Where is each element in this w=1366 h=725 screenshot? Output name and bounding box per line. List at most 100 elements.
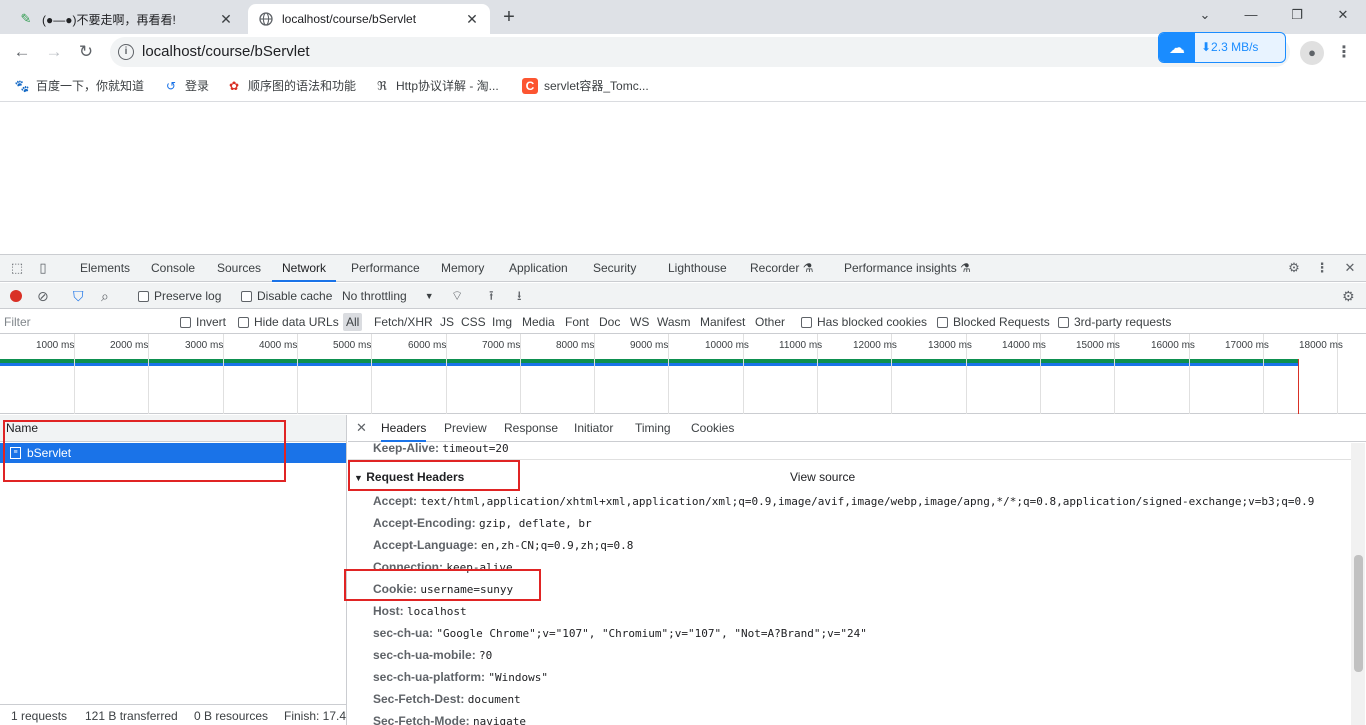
filter-type-all[interactable]: All xyxy=(343,313,363,331)
tab-performance-insights[interactable]: Performance insights ⚗ xyxy=(844,255,971,282)
name-column-header[interactable]: Name xyxy=(0,415,346,442)
checkbox[interactable] xyxy=(937,316,948,328)
tab-network[interactable]: Network xyxy=(272,255,337,282)
third-party-requests-label: 3rd-party requests xyxy=(1074,315,1172,329)
reload-button[interactable]: ↻ xyxy=(74,40,98,64)
tab-application[interactable]: Application xyxy=(509,255,568,282)
filter-type-doc[interactable]: Doc xyxy=(599,313,620,331)
has-blocked-cookies-checkbox[interactable]: Has blocked cookies xyxy=(801,313,927,331)
bookmark-item[interactable]: ↺ 登录 xyxy=(163,77,209,94)
throttling-select[interactable]: No throttling ▼ xyxy=(342,287,434,305)
filter-type-css[interactable]: CSS xyxy=(461,313,486,331)
header-line: Accept-Language: en,zh-CN;q=0.9,zh;q=0.8 xyxy=(373,538,633,552)
tab-inactive[interactable]: ✎ (●—●)不要走啊，再看看! ✕ xyxy=(8,4,244,34)
search-icon[interactable]: ⌕ xyxy=(101,287,109,305)
bookmark-item[interactable]: ℜ Http协议详解 - 淘... xyxy=(374,77,499,94)
view-source-link[interactable]: View source xyxy=(790,470,855,484)
download-icon[interactable]: ⭳ xyxy=(517,287,522,305)
close-tab-icon[interactable]: ✕ xyxy=(464,11,480,27)
checkbox[interactable] xyxy=(1058,316,1069,328)
tab-title: (●—●)不要走啊，再看看! xyxy=(42,12,176,27)
minimize-button[interactable]: — xyxy=(1228,0,1274,30)
device-toolbar-icon[interactable]: ▯ xyxy=(34,259,52,277)
header-line: Cookie: username=sunyy xyxy=(373,582,513,596)
more-menu-icon[interactable]: ⋮ xyxy=(1336,41,1352,65)
info-icon[interactable]: i xyxy=(118,44,134,60)
bookmark-item[interactable]: C servlet容器_Tomc... xyxy=(522,77,649,94)
disable-cache-checkbox[interactable]: Disable cache xyxy=(241,287,332,305)
tab-response[interactable]: Response xyxy=(504,415,558,442)
tab-recorder[interactable]: Recorder ⚗ xyxy=(750,255,813,282)
filter-type-manifest[interactable]: Manifest xyxy=(700,313,745,331)
clear-icon[interactable]: ⊘ xyxy=(37,287,49,305)
scrollbar-thumb[interactable] xyxy=(1354,555,1363,672)
filter-type-font[interactable]: Font xyxy=(565,313,589,331)
tab-preview[interactable]: Preview xyxy=(444,415,487,442)
filter-type-img[interactable]: Img xyxy=(492,313,512,331)
tab-lighthouse[interactable]: Lighthouse xyxy=(668,255,727,282)
filter-input[interactable]: Filter xyxy=(4,313,168,331)
gear-icon[interactable]: ⚙ xyxy=(1285,259,1303,277)
filter-type-js[interactable]: JS xyxy=(440,313,454,331)
blocked-requests-label: Blocked Requests xyxy=(953,315,1050,329)
checkbox[interactable] xyxy=(138,290,149,302)
filter-type-media[interactable]: Media xyxy=(522,313,555,331)
preserve-log-checkbox[interactable]: Preserve log xyxy=(138,287,221,305)
close-window-button[interactable]: ✕ xyxy=(1320,0,1366,30)
paw-icon: 🐾 xyxy=(14,78,30,93)
upload-icon[interactable]: ⭱ xyxy=(489,287,494,305)
hide-data-urls-checkbox[interactable]: Hide data URLs xyxy=(238,313,339,331)
download-speed-badge[interactable]: ☁ ⬇2.3 MB/s xyxy=(1158,32,1286,63)
tab-performance[interactable]: Performance xyxy=(351,255,420,282)
header-key: sec-ch-ua-mobile: xyxy=(373,648,476,662)
new-tab-button[interactable]: + xyxy=(498,6,520,28)
tab-security[interactable]: Security xyxy=(593,255,636,282)
bookmark-item[interactable]: ✿ 顺序图的语法和功能 xyxy=(226,77,356,94)
filter-icon[interactable]: ⛉ xyxy=(73,287,84,305)
tab-timing[interactable]: Timing xyxy=(635,415,671,442)
filter-type-ws[interactable]: WS xyxy=(630,313,649,331)
blocked-requests-checkbox[interactable]: Blocked Requests xyxy=(937,313,1050,331)
bookmark-item[interactable]: 🐾 百度一下，你就知道 xyxy=(14,77,145,94)
tab-performance-insights-label: Performance insights xyxy=(844,261,957,275)
tab-headers[interactable]: Headers xyxy=(381,415,427,442)
record-button[interactable] xyxy=(10,287,22,305)
profile-avatar-icon[interactable]: ● xyxy=(1300,41,1324,65)
invert-checkbox[interactable]: Invert xyxy=(180,313,226,331)
filter-type-wasm[interactable]: Wasm xyxy=(657,313,691,331)
network-settings-gear-icon[interactable]: ⚙ xyxy=(1342,287,1355,305)
tab-cookies[interactable]: Cookies xyxy=(691,415,734,442)
timeline-tick-label: 14000 ms xyxy=(1002,340,1046,351)
tab-memory[interactable]: Memory xyxy=(441,255,484,282)
more-options-icon[interactable]: ⋮ xyxy=(1313,259,1331,277)
url-text[interactable]: localhost/course/bServlet xyxy=(142,43,310,60)
checkbox[interactable] xyxy=(241,290,252,302)
filter-type-other[interactable]: Other xyxy=(755,313,785,331)
address-bar[interactable]: i localhost/course/bServlet xyxy=(110,37,1290,67)
filter-type-fetch-xhr[interactable]: Fetch/XHR xyxy=(374,313,433,331)
third-party-requests-checkbox[interactable]: 3rd-party requests xyxy=(1058,313,1171,331)
tab-console[interactable]: Console xyxy=(151,255,195,282)
request-row[interactable]: ≡ bServlet xyxy=(0,443,346,463)
close-devtools-icon[interactable]: ✕ xyxy=(1341,259,1359,277)
checkbox[interactable] xyxy=(180,316,191,328)
tab-sources[interactable]: Sources xyxy=(217,255,261,282)
network-conditions-icon[interactable]: ⌔ xyxy=(451,287,463,305)
timeline-load-marker xyxy=(1298,359,1299,414)
tab-active[interactable]: localhost/course/bServlet ✕ xyxy=(248,4,490,34)
forward-button[interactable]: → xyxy=(42,40,66,64)
close-detail-icon[interactable]: ✕ xyxy=(356,420,367,436)
tab-elements[interactable]: Elements xyxy=(80,255,130,282)
checkbox[interactable] xyxy=(801,316,812,328)
inspect-element-icon[interactable]: ⬚ xyxy=(8,259,26,277)
close-tab-icon[interactable]: ✕ xyxy=(218,11,234,27)
header-value: localhost xyxy=(407,605,467,618)
tab-search-chevron-icon[interactable]: ⌄ xyxy=(1182,0,1228,30)
back-button[interactable]: ← xyxy=(10,40,34,64)
request-headers-section[interactable]: ▼ Request Headers xyxy=(354,470,464,484)
tab-initiator[interactable]: Initiator xyxy=(574,415,613,442)
checkbox[interactable] xyxy=(238,316,249,328)
header-key: Host: xyxy=(373,604,404,618)
network-overview-timeline[interactable]: 1000 ms 2000 ms 3000 ms 4000 ms 5000 ms 6000 … xyxy=(0,334,1366,414)
maximize-button[interactable]: ❐ xyxy=(1274,0,1320,30)
